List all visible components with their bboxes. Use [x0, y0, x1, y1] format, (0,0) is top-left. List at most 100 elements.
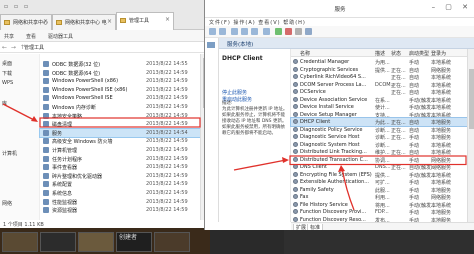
file-row[interactable]: 任务计划程序 2013/8/22 14:59	[40, 155, 200, 163]
thumbnail[interactable]	[78, 232, 114, 252]
services-scrollbar[interactable]	[467, 49, 474, 222]
nav-arrows-icon[interactable]: ← → ↑	[2, 44, 26, 51]
window-controls[interactable]: – ▢ ✕	[432, 3, 472, 11]
thumbnail[interactable]	[154, 232, 190, 252]
file-date: 2013/8/22 14:59	[146, 69, 188, 76]
file-row[interactable]: 性能监视器 2013/8/22 14:59	[40, 198, 200, 206]
service-row[interactable]: File History Service 将用... 手动(触发... 本地系统	[291, 201, 474, 209]
service-row[interactable]: Fax 利用... 手动 网络服务	[291, 193, 474, 201]
menu-bar[interactable]: 文件(F) 操作(A) 查看(V) 帮助(H)	[205, 18, 474, 26]
thumbnail[interactable]	[2, 232, 38, 252]
service-row[interactable]: Device Association Service 在系... 手动(触发... 本…	[291, 96, 474, 104]
properties-icon[interactable]	[231, 28, 238, 35]
service-row[interactable]: DNS Client DNS... 正在... 自动(触发... 网络服务	[291, 163, 474, 171]
column-logon-as[interactable]: 登录为	[431, 50, 446, 57]
gear-icon	[293, 171, 298, 177]
file-row[interactable]: 高级安全 Windows 防火墙 2013/8/22 14:59	[40, 137, 200, 145]
file-row[interactable]: 服务 2013/8/22 14:54	[39, 127, 201, 138]
breadcrumb[interactable]: 管理工具	[24, 44, 44, 51]
service-row[interactable]: DCService 正在... 自动 本地系统	[291, 88, 474, 96]
shortcut-icon	[43, 104, 49, 110]
close-icon[interactable]: ×	[165, 16, 170, 23]
shortcut-icon	[43, 129, 49, 136]
quick-access-icons[interactable]: ▫ ▫ ▫	[4, 3, 30, 10]
file-row[interactable]: ODBC 数据源(64 位) 2013/8/22 14:59	[40, 69, 200, 77]
service-row[interactable]: DCOM Server Process La... DCOM... 正在... 自动本…	[291, 81, 474, 89]
ribbon-tab-drive-tools[interactable]: 驱动器工具	[48, 33, 73, 40]
service-row[interactable]: Device Install Service 使计... 手动(触发... 本地系统	[291, 103, 474, 111]
file-row[interactable]: 资源监视器 2013/8/22 14:59	[40, 206, 200, 214]
service-row[interactable]: Cyberlink RichVideo64 S... 正在... 自动 本地系统	[291, 73, 474, 81]
column-startup-type[interactable]: 启动类型	[409, 50, 429, 57]
nav-item-libraries[interactable]: 库	[2, 100, 7, 107]
file-row[interactable]: 系统信息 2013/8/22 14:59	[40, 189, 200, 197]
gear-icon	[293, 111, 298, 117]
menu-items[interactable]: 文件(F) 操作(A) 查看(V) 帮助(H)	[209, 19, 306, 26]
refresh-icon[interactable]	[241, 28, 248, 35]
service-row[interactable]: DHCP Client 为此... 正在... 自动 本地服务	[290, 117, 474, 127]
pause-icon[interactable]	[295, 28, 302, 35]
service-row[interactable]: Extensible Authentication... 可扩... 手动 本地系统	[291, 178, 474, 186]
file-row[interactable]: Windows PowerShell (x86) 2013/8/22 14:59	[40, 77, 200, 85]
service-name: Cryptographic Services	[300, 66, 359, 73]
file-row[interactable]: 本地安全策略 2013/8/22 14:59	[40, 112, 200, 120]
stop-icon[interactable]	[285, 28, 292, 35]
service-row[interactable]: Device Setup Manager 支持... 手动(触发... 本地系统	[291, 111, 474, 119]
file-name: 高级安全 Windows 防火墙	[52, 139, 113, 146]
service-row[interactable]: Encrypting File System (EFS) 提供... 手动(触发..…	[291, 171, 474, 179]
restart-icon[interactable]	[305, 28, 312, 35]
shortcut-icon	[43, 95, 49, 102]
service-row[interactable]: Cryptographic Services 提供... 正在... 自动 网络服务	[291, 66, 474, 74]
column-description[interactable]: 描述	[375, 50, 385, 57]
address-bar[interactable]: ← → ↑ 管理工具	[0, 42, 210, 53]
gear-icon	[293, 66, 298, 72]
service-row[interactable]: Distributed Link Tracking... 维护... 正在... 自动…	[291, 148, 474, 156]
file-row[interactable]: Windows PowerShell ISE (x86) 2013/8/22 14…	[40, 86, 200, 94]
nav-item-network[interactable]: 网络	[2, 200, 12, 207]
file-row[interactable]: Windows 内存诊断 2013/8/22 14:59	[40, 103, 200, 111]
file-row[interactable]: 事件查看器 2013/8/22 14:59	[40, 163, 200, 171]
file-row[interactable]: Windows PowerShell ISE 2013/8/22 14:59	[40, 94, 200, 102]
service-row[interactable]: Diagnostic Policy Service 诊断... 正在... 自动 本地服…	[291, 126, 474, 134]
scrollbar-thumb[interactable]	[469, 69, 474, 129]
file-name: 事件查看器	[52, 165, 78, 172]
gear-icon	[293, 141, 298, 147]
file-row[interactable]: ODBC 数据源(32 位) 2013/8/22 14:55	[40, 60, 200, 68]
column-status[interactable]: 状态	[391, 50, 401, 57]
ribbon-tab-share[interactable]: 共享	[4, 33, 14, 40]
service-row[interactable]: Diagnostic Service Host 诊断... 正在... 手动 本地服务	[291, 133, 474, 141]
help-icon[interactable]	[263, 28, 270, 35]
file-row[interactable]: 计算机管理 2013/8/22 14:59	[40, 146, 200, 154]
forward-icon[interactable]	[219, 28, 226, 35]
file-row[interactable]: 系统配置 2013/8/22 14:59	[40, 180, 200, 188]
service-name: Function Discovery Provi...	[300, 209, 367, 215]
tab-admin-tools[interactable]: 管理工具 ×	[116, 12, 174, 30]
file-row[interactable]: 碎片整理和优化驱动器 2013/8/22 14:59	[40, 172, 200, 180]
service-row[interactable]: Distributed Transaction C... 协调... 手动 网络服务	[291, 156, 474, 164]
start-icon[interactable]	[275, 28, 282, 35]
close-icon[interactable]: ×	[43, 18, 48, 25]
desktop-area	[210, 228, 284, 254]
nav-item-wps[interactable]: WPS	[2, 80, 13, 86]
service-row[interactable]: Diagnostic System Host 诊断... 手动 本地系统	[291, 141, 474, 149]
tab-network-center-1[interactable]: 网络和共享中心 ×	[0, 14, 52, 30]
column-name[interactable]: 名称	[300, 50, 310, 57]
shortcut-icon	[43, 121, 49, 128]
nav-item-desktop[interactable]: 桌面	[2, 60, 12, 67]
back-icon[interactable]	[209, 28, 216, 35]
close-icon[interactable]: ×	[107, 18, 112, 25]
nav-item-computer[interactable]: 计算机	[2, 150, 17, 157]
nav-item-downloads[interactable]: 下载	[2, 70, 12, 77]
gear-icon	[293, 186, 298, 192]
tab-network-center-2[interactable]: 网络和共享中心 电 ×	[52, 14, 116, 30]
service-row[interactable]: Family Safety 此服... 手动 本地服务	[291, 186, 474, 194]
service-row[interactable]: Credential Manager 为用... 手动 本地系统	[291, 58, 474, 66]
ribbon-tab-view[interactable]: 查看	[26, 33, 36, 40]
thumbnail[interactable]	[40, 232, 76, 252]
service-name: Family Safety	[300, 186, 334, 193]
services-tree-icon[interactable]	[207, 42, 215, 48]
export-icon[interactable]	[251, 28, 258, 35]
service-name: Encrypting File System (EFS)	[300, 171, 372, 178]
service-row[interactable]: Function Discovery Provi... FDP... 手动 本地服务	[291, 208, 474, 216]
file-row[interactable]: 磁盘清理 2013/8/22 14:59	[40, 120, 200, 128]
